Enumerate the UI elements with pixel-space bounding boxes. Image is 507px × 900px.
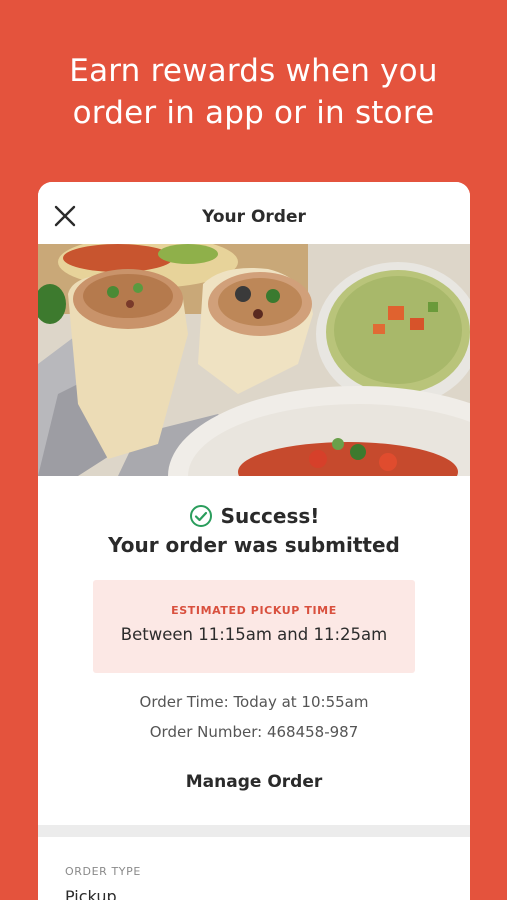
card-title: Your Order xyxy=(202,207,306,227)
headline-line-2: order in app or in store xyxy=(72,95,435,131)
promo-headline: Earn rewards when you order in app or in… xyxy=(0,50,507,134)
estimated-pickup-box: ESTIMATED PICKUP TIME Between 11:15am an… xyxy=(93,580,415,673)
headline-line-1: Earn rewards when you xyxy=(69,53,438,89)
order-number: Order Number: 468458-987 xyxy=(149,723,359,741)
manage-order-button[interactable]: Manage Order xyxy=(38,772,470,792)
submitted-message: Your order was submitted xyxy=(108,533,400,557)
check-circle-icon xyxy=(189,504,213,533)
order-type-label: ORDER TYPE xyxy=(65,865,141,878)
order-time: Order Time: Today at 10:55am xyxy=(139,693,369,711)
section-divider xyxy=(38,825,470,837)
order-card: Your Order Success! Your order was submi… xyxy=(38,182,470,900)
success-text: Success! xyxy=(220,504,320,528)
card-header: Your Order xyxy=(38,182,470,244)
success-heading: Success! xyxy=(38,504,470,530)
order-type-value: Pickup xyxy=(65,887,117,900)
pickup-time: Between 11:15am and 11:25am xyxy=(120,625,388,644)
pickup-label: ESTIMATED PICKUP TIME xyxy=(171,604,337,617)
hero-food-image xyxy=(38,244,470,476)
